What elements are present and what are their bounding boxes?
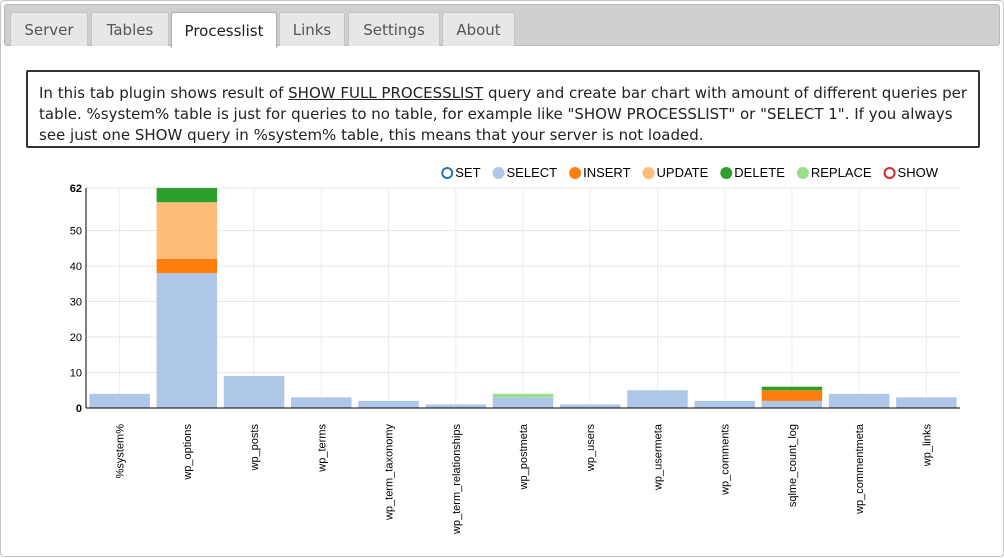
- bar-segment-select: [694, 400, 755, 408]
- x-tick-label: wp_term_relationships: [451, 424, 463, 536]
- x-tick-label: wp_posts: [249, 424, 261, 472]
- legend-label: SET: [455, 165, 480, 180]
- y-tick-label: 30: [70, 297, 82, 309]
- x-tick-label: wp_commentmeta: [854, 423, 866, 515]
- legend-item-update[interactable]: UPDATE: [642, 165, 709, 180]
- legend-label: INSERT: [583, 165, 630, 180]
- chart-grid: [86, 187, 960, 409]
- y-tick-label: 10: [70, 368, 82, 380]
- chart-legend: SET SELECT INSERT UPDATE DELETE REPLACE SHOW: [441, 165, 939, 180]
- legend-label: SHOW: [898, 165, 939, 180]
- x-tick-label: %system%: [115, 424, 127, 479]
- processlist-bar-chart: SET SELECT INSERT UPDATE DELETE REPLACE SHOW 0…: [70, 165, 960, 536]
- x-tick-label: wp_comments: [720, 424, 732, 496]
- bar-segment-delete: [761, 386, 823, 391]
- legend-item-delete[interactable]: DELETE: [720, 165, 785, 180]
- legend-swatch: [796, 167, 809, 179]
- bar-segment-select: [223, 376, 285, 408]
- plugin-window: Server Tables Processlist Links Settings…: [0, 0, 1004, 557]
- bar-segment-update: [156, 202, 218, 259]
- legend-item-set[interactable]: SET: [441, 165, 481, 180]
- x-tick-label: wp_terms: [316, 424, 328, 473]
- bar-segment-select: [425, 404, 487, 408]
- bar-segment-insert: [761, 390, 823, 401]
- x-tick-label: wp_usermeta: [652, 423, 664, 491]
- x-tick-label: wp_term_taxonomy: [384, 424, 396, 521]
- bar-segment-insert: [156, 258, 218, 274]
- bar-segment-select: [627, 390, 688, 408]
- bar-segment-select: [492, 397, 554, 408]
- legend-item-select[interactable]: SELECT: [492, 165, 558, 180]
- legend-item-insert[interactable]: INSERT: [569, 165, 631, 180]
- bar-segment-delete: [156, 188, 218, 203]
- legend-swatch: [492, 167, 505, 179]
- x-tick-label: wp_links: [921, 424, 933, 468]
- legend-swatch: [720, 167, 733, 179]
- x-tick-label: wp_options: [182, 424, 194, 481]
- bar-segment-select: [828, 393, 890, 408]
- y-tick-label: 62: [70, 183, 82, 195]
- legend-swatch: [883, 167, 896, 179]
- bar-segment-select: [896, 397, 957, 408]
- y-tick-label: 40: [70, 261, 82, 273]
- legend-item-show[interactable]: SHOW: [883, 165, 939, 180]
- legend-swatch: [441, 167, 454, 179]
- y-tick-label: 20: [70, 332, 82, 344]
- bar-segment-replace: [492, 393, 554, 398]
- x-tick-label: wp_postmeta: [518, 423, 530, 490]
- legend-label: UPDATE: [657, 165, 709, 180]
- bar-segment-select: [156, 273, 218, 408]
- legend-swatch: [569, 167, 582, 179]
- legend-swatch: [642, 167, 655, 179]
- y-tick-label: 0: [76, 403, 82, 415]
- bar-segment-select: [358, 400, 419, 408]
- bar-segment-select: [559, 404, 621, 408]
- x-tick-label: wp_users: [585, 424, 597, 473]
- legend-label: SELECT: [507, 165, 558, 180]
- bar-segment-select: [291, 397, 352, 408]
- bar-segment-select: [89, 393, 150, 408]
- legend-label: REPLACE: [811, 165, 872, 180]
- x-tick-label: sqlme_count_log: [787, 424, 799, 507]
- bar-segment-select: [761, 400, 823, 408]
- y-tick-label: 50: [70, 226, 82, 238]
- legend-label: DELETE: [734, 165, 785, 180]
- legend-item-replace[interactable]: REPLACE: [796, 165, 872, 180]
